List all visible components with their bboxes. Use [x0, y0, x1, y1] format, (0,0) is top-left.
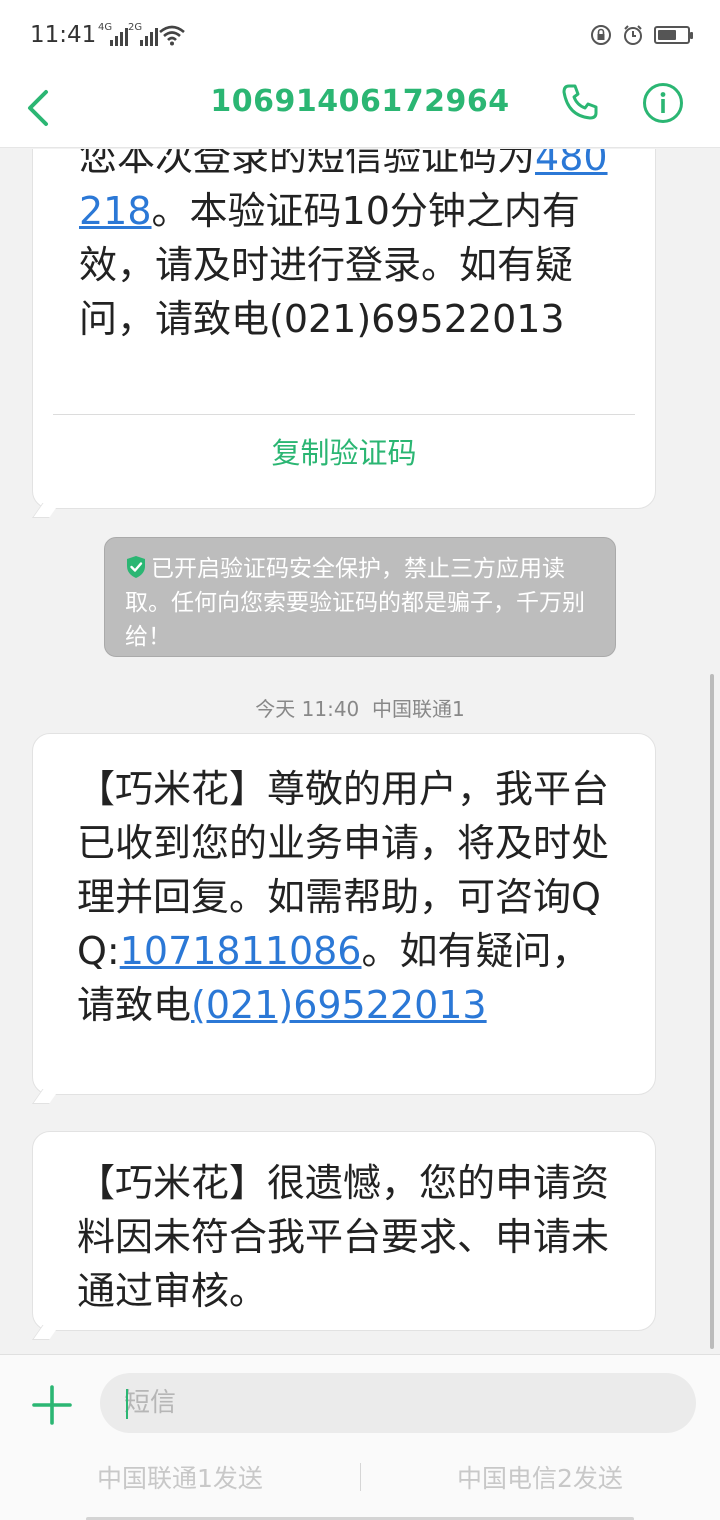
conversation-header: 10691406172964 [0, 70, 720, 148]
security-notice: 已开启验证码安全保护，禁止三方应用读取。任何向您索要验证码的都是骗子，千万别给！ [104, 537, 616, 657]
alarm-icon [624, 25, 642, 45]
phone-number-link[interactable]: (021)69522013 [191, 983, 487, 1027]
text-caret [126, 1389, 128, 1419]
info-icon[interactable] [642, 82, 684, 124]
rotation-lock-icon [591, 25, 611, 45]
shield-check-icon [127, 556, 145, 578]
signal-2g-icon: 2G [128, 22, 158, 46]
contact-number-title: 10691406172964 [210, 84, 510, 119]
send-divider [360, 1463, 361, 1491]
message-bubble-verification-code[interactable]: 您本次登录的短信验证码为480218。本验证码10分钟之内有效，请及时进行登录。… [32, 149, 656, 509]
message-composer: 中国联通1发送 中国电信2发送 [0, 1354, 720, 1520]
message-bubble-application-received[interactable]: 【巧米花】尊敬的用户，我平台已收到您的业务申请，将及时处理并回复。如需帮助，可咨… [32, 733, 656, 1095]
signal-4g-icon: 4G [98, 22, 128, 46]
send-sim1-button[interactable]: 中国联通1发送 [30, 1459, 330, 1495]
thread-scrollbar[interactable] [710, 674, 714, 1349]
security-notice-text: 已开启验证码安全保护，禁止三方应用读取。任何向您索要验证码的都是骗子，千万别给！ [125, 556, 585, 650]
network-type-label: 4G [98, 22, 113, 33]
sms-input[interactable] [100, 1373, 696, 1433]
copy-code-button[interactable]: 复制验证码 [33, 430, 655, 472]
status-right-group [590, 24, 693, 46]
send-sim2-button[interactable]: 中国电信2发送 [390, 1459, 690, 1495]
qq-number-link[interactable]: 1071811086 [120, 929, 362, 973]
send-options: 中国联通1发送 中国电信2发送 [0, 1451, 720, 1507]
wifi-icon [159, 25, 185, 46]
message-timestamp: 今天 11:40 中国联通1 [255, 697, 465, 721]
network-type-label-2: 2G [128, 22, 143, 33]
bubble-divider [53, 414, 635, 415]
message-bubble-application-rejected[interactable]: 【巧米花】很遗憾，您的申请资料因未符合我平台要求、申请未通过审核。 [32, 1131, 656, 1331]
message-thread[interactable]: 您本次登录的短信验证码为480218。本验证码10分钟之内有效，请及时进行登录。… [0, 149, 720, 1354]
message-text: 【巧米花】很遗憾，您的申请资料因未符合我平台要求、申请未通过审核。 [77, 1161, 610, 1313]
status-time: 11:41 [30, 22, 97, 48]
plus-icon[interactable] [32, 1385, 72, 1425]
message-text: 您本次登录的短信验证码为480218。本验证码10分钟之内有效，请及时进行登录。… [33, 149, 655, 346]
battery-icon [654, 26, 693, 44]
phone-icon[interactable] [560, 82, 600, 122]
status-bar: 11:41 4G 2G [0, 0, 720, 70]
message-text: 【巧米花】尊敬的用户，我平台已收到您的业务申请，将及时处理并回复。如需帮助，可咨… [77, 767, 610, 1027]
